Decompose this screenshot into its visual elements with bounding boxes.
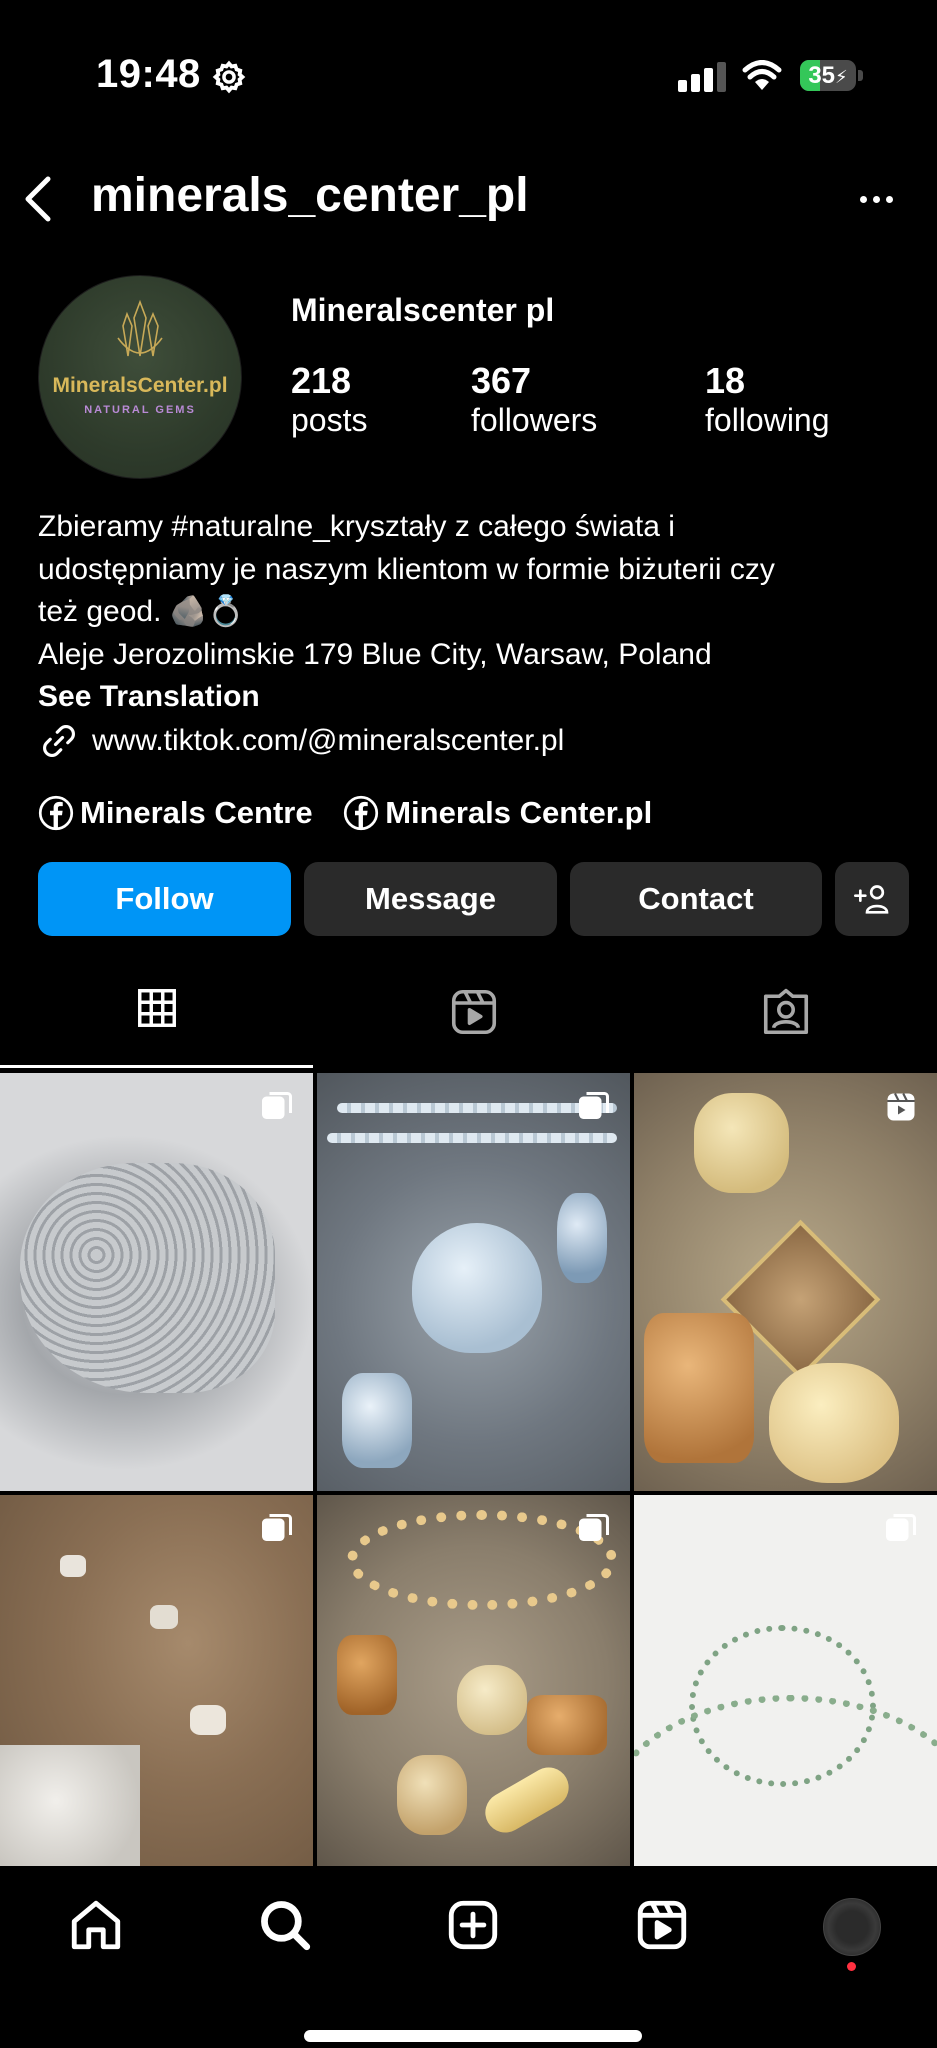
carousel-icon	[579, 1514, 609, 1541]
create-post-icon[interactable]	[444, 1896, 502, 1954]
bio-line: Zbieramy #naturalne_kryształy z całego ś…	[38, 510, 675, 543]
add-person-icon	[854, 885, 889, 914]
suggested-accounts-button[interactable]	[835, 862, 909, 936]
bio-line: udostępniamy je naszym klientom w formie…	[38, 552, 775, 586]
facebook-link-label: Minerals Center.pl	[385, 794, 653, 830]
gear-icon	[212, 60, 246, 94]
stat-label: posts	[291, 402, 368, 438]
active-tab-indicator	[0, 1065, 313, 1068]
see-translation-link[interactable]: See Translation	[38, 676, 918, 719]
display-name: Mineralscenter pl	[291, 292, 555, 328]
facebook-link-label: Minerals Centre	[80, 794, 313, 830]
stat-label: followers	[471, 402, 598, 438]
tab-tagged[interactable]	[635, 985, 937, 1055]
stat-value: 18	[705, 360, 746, 401]
facebook-link[interactable]: Minerals Center.pl	[343, 793, 653, 830]
crystal-logo-icon	[117, 299, 163, 357]
avatar[interactable]: MineralsCenter.pl NATURAL GEMS	[38, 275, 242, 479]
notification-dot	[847, 1962, 856, 1971]
stat-value: 367	[471, 360, 532, 401]
carousel-icon	[262, 1514, 292, 1541]
carousel-icon	[579, 1092, 609, 1119]
more-options-icon[interactable]	[860, 190, 899, 208]
bio: Zbieramy #naturalne_kryształy z całego ś…	[38, 506, 918, 719]
grid-icon	[137, 989, 176, 1027]
message-button[interactable]: Message	[304, 862, 557, 936]
bio-address: Aleje Jerozolimskie 179 Blue City, Warsa…	[38, 637, 712, 671]
post-tile[interactable]	[0, 1495, 313, 1866]
battery-icon: 35⚡	[800, 60, 864, 93]
carousel-icon	[886, 1514, 916, 1541]
stat-label: following	[705, 402, 830, 438]
facebook-icon	[38, 795, 74, 830]
reels-icon[interactable]	[633, 1896, 691, 1954]
facebook-links: Minerals Centre Minerals Center.pl	[38, 793, 652, 831]
bottom-navigation	[0, 1866, 937, 2048]
wifi-icon	[742, 60, 782, 90]
carousel-icon	[262, 1092, 292, 1119]
back-icon[interactable]	[18, 174, 58, 224]
search-icon[interactable]	[256, 1896, 314, 1954]
tab-posts-grid[interactable]	[0, 985, 313, 1055]
avatar-sub-text: NATURAL GEMS	[84, 404, 196, 416]
profile-avatar-tab[interactable]	[823, 1898, 881, 1956]
post-tile[interactable]	[634, 1495, 937, 1866]
stat-following[interactable]: 18 following	[705, 360, 830, 439]
tagged-person-icon	[763, 988, 809, 1035]
status-time: 19:48	[96, 52, 201, 96]
battery-level: 35	[808, 62, 836, 89]
facebook-link[interactable]: Minerals Centre	[38, 793, 321, 830]
bio-line: też geod. 🪨💍	[38, 595, 245, 628]
stat-value: 218	[291, 360, 352, 401]
post-tile[interactable]	[317, 1495, 630, 1866]
stat-posts[interactable]: 218 posts	[291, 360, 367, 439]
contact-button[interactable]: Contact	[570, 862, 822, 936]
post-tile[interactable]	[317, 1073, 630, 1491]
profile-username: minerals_center_pl	[91, 169, 529, 222]
home-indicator	[304, 2030, 642, 2042]
post-tile[interactable]	[0, 1073, 313, 1491]
reel-icon	[887, 1093, 915, 1121]
follow-button[interactable]: Follow	[38, 862, 291, 936]
profile-link[interactable]: www.tiktok.com/@mineralscenter.pl	[38, 720, 564, 762]
cellular-signal-icon	[678, 62, 730, 92]
facebook-icon	[344, 795, 379, 830]
avatar-brand-text: MineralsCenter.pl	[52, 374, 228, 397]
profile-link-text: www.tiktok.com/@mineralscenter.pl	[92, 724, 565, 757]
post-tile[interactable]	[634, 1073, 937, 1491]
tab-reels[interactable]	[313, 985, 635, 1055]
stat-followers[interactable]: 367 followers	[471, 360, 597, 439]
link-icon	[43, 725, 75, 757]
reels-icon	[451, 989, 497, 1035]
home-icon[interactable]	[67, 1896, 125, 1954]
